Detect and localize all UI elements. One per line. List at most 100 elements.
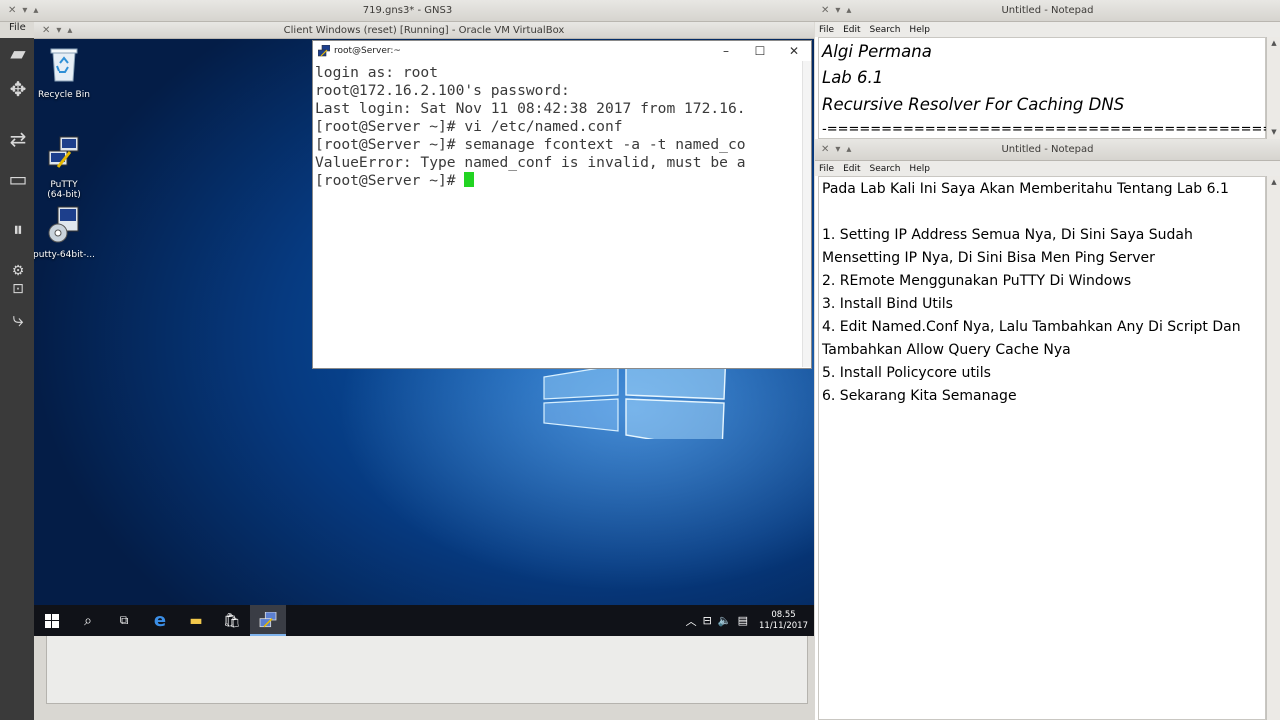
putty-icon [259,611,277,627]
close-button[interactable]: ✕ [777,41,811,61]
installer-icon [48,206,79,243]
minimize-icon[interactable]: ▾ [22,5,27,16]
chevron-up-icon[interactable]: ︿ [686,613,697,629]
menu-file[interactable]: File [819,164,834,174]
notepad-menubar: File Edit Search Help [815,22,1280,37]
store-button[interactable]: 🛍 [214,605,250,636]
terminal-line: root@172.16.2.100's password: [315,82,570,99]
window-title: 719.gns3* - GNS3 [362,5,453,16]
gns3-toolbar: ▰ ✥ ⇄ ▭ ⏸ ⚙ ⊡ ⤷ [0,38,34,720]
task-view-icon: ⧉ [119,613,129,627]
file-explorer-button[interactable]: ▬ [178,605,214,636]
notepad-text-area[interactable]: Pada Lab Kali Ini Saya Akan Memberitahu … [818,176,1266,720]
minimize-button[interactable]: – [709,41,743,61]
text-line [819,200,1265,223]
desktop-icon-putty-installer[interactable]: putty-64bit-... [34,205,96,260]
terminal-line: [root@Server ~]# vi /etc/named.conf [315,118,623,135]
clock-time: 08.55 [771,609,796,620]
start-button[interactable] [34,605,70,636]
notepad-titlebar[interactable]: ✕ ▾ ▴ Untitled - Notepad [815,139,1280,161]
maximize-icon[interactable]: ▴ [67,25,72,36]
text-line: Mensetting IP Nya, Di Sini Bisa Men Ping… [822,250,1155,266]
notepad-titlebar[interactable]: ✕ ▾ ▴ Untitled - Notepad [815,0,1280,22]
window-title: Untitled - Notepad [1001,144,1094,155]
notepad-scrollbar[interactable]: ▲ [1266,176,1280,720]
task-view-button[interactable]: ⧉ [106,605,142,636]
close-icon[interactable]: ✕ [42,25,50,36]
vm-desktop[interactable]: Recycle Bin PuTTY (64-bit) putty-64bit-.… [34,39,814,636]
edge-button[interactable]: e [142,605,178,636]
terminal-cursor [464,172,475,187]
pause-icon[interactable]: ⏸ [6,218,30,240]
maximize-button[interactable]: ☐ [743,41,777,61]
scroll-up-icon[interactable]: ▲ [1267,176,1280,189]
menu-edit[interactable]: Edit [843,25,860,35]
terminal-line: [root@Server ~]# semanage fcontext -a -t… [315,136,746,153]
router-icon[interactable]: ⊡ [6,278,30,300]
terminal-line: login as: root [315,64,439,81]
putty-taskbar-button[interactable] [250,605,286,636]
text-line: 4. Edit Named.Conf Nya, Lalu Tambahkan A… [822,319,1241,335]
desktop-icon-label: Recycle Bin [38,90,90,100]
maximize-icon[interactable]: ▴ [33,5,38,16]
text-line: 2. REmote Menggunakan PuTTY Di Windows [822,273,1132,289]
notifications-icon[interactable]: ▤ [738,614,748,627]
windows-icon [45,613,59,628]
notepad-text-area[interactable]: Algi Permana Lab 6.1 Recursive Resolver … [818,37,1280,139]
notepad-window-2: ✕ ▾ ▴ Untitled - Notepad File Edit Search … [815,139,1280,720]
scroll-up-icon[interactable]: ▲ [1267,37,1280,50]
menu-help[interactable]: Help [909,164,930,174]
text-line: 5. Install Policycore utils [822,365,991,381]
menu-search[interactable]: Search [870,164,901,174]
clock-date: 11/11/2017 [759,620,808,631]
search-icon: ⌕ [84,612,92,629]
desktop-icon-label: PuTTY (64-bit) [47,180,81,200]
putty-window[interactable]: root@Server:~ – ☐ ✕ login as: root root@… [312,40,812,369]
menu-search[interactable]: Search [870,25,901,35]
vbox-titlebar[interactable]: ✕ ▾ ▴ Client Windows (reset) [Running] - O… [34,22,814,39]
putty-title: root@Server:~ [334,46,401,56]
desktop-icon-label: putty-64bit-... [34,250,95,260]
terminal-output[interactable]: login as: root root@172.16.2.100's passw… [313,61,803,367]
scroll-down-icon[interactable]: ▼ [1267,126,1280,139]
move-icon[interactable]: ✥ [6,78,30,100]
window-title: Client Windows (reset) [Running] - Oracl… [283,24,565,36]
menu-edit[interactable]: Edit [843,164,860,174]
notepad-scrollbar[interactable]: ▲ ▼ [1266,37,1280,139]
windows-taskbar: ⌕ ⧉ e ▬ 🛍 ︿ ⊟ 🔈 ▤ 08.55 11/11/2017 [34,605,814,636]
text-line: 3. Install Bind Utils [822,296,953,312]
putty-titlebar[interactable]: root@Server:~ – ☐ ✕ [313,41,811,61]
virtualbox-window: ✕ ▾ ▴ Client Windows (reset) [Running] - O… [34,22,814,636]
search-button[interactable]: ⌕ [70,605,106,636]
desktop-icon-putty[interactable]: PuTTY (64-bit) [34,125,96,210]
network-icon[interactable]: ⊟ [703,614,712,627]
minimize-icon[interactable]: ▾ [56,25,61,36]
menu-help[interactable]: Help [909,25,930,35]
terminal-scrollbar[interactable] [802,61,811,367]
menu-file[interactable]: File [819,25,834,35]
terminal-line: ValueError: Type named_conf is invalid, … [315,154,746,171]
putty-icon [48,136,79,168]
text-line: Tambahkan Allow Query Cache Nya [822,342,1071,358]
text-line: Pada Lab Kali Ini Saya Akan Memberitahu … [822,181,1229,197]
gns3-console-panel [46,636,808,704]
windows-wallpaper-logo [543,359,727,439]
folder-icon: ▬ [189,612,203,629]
monitor-icon[interactable]: ▭ [6,168,30,190]
desktop-icon-recycle-bin[interactable]: Recycle Bin [34,45,96,100]
close-icon[interactable]: ✕ [8,5,16,16]
gns3-titlebar[interactable]: ✕ ▾ ▴ 719.gns3* - GNS3 [0,0,815,22]
link-icon[interactable]: ⤷ [6,308,30,330]
terminal-line: Last login: Sat Nov 11 08:42:38 2017 fro… [315,100,746,117]
volume-icon[interactable]: 🔈 [718,614,732,627]
menu-file[interactable]: File [0,22,34,38]
folder-icon[interactable]: ▰ [6,42,30,64]
gns3-console-area [34,636,815,720]
notepad-menubar: File Edit Search Help [815,161,1280,176]
clock[interactable]: 08.55 11/11/2017 [759,610,808,632]
terminal-prompt: [root@Server ~]# [315,172,465,189]
text-line: 6. Sekarang Kita Semanage [822,388,1017,404]
arrows-icon[interactable]: ⇄ [6,128,30,150]
notepad-window-1: ✕ ▾ ▴ Untitled - Notepad File Edit Search … [815,0,1280,139]
text-line: Lab 6.1 [822,68,884,88]
